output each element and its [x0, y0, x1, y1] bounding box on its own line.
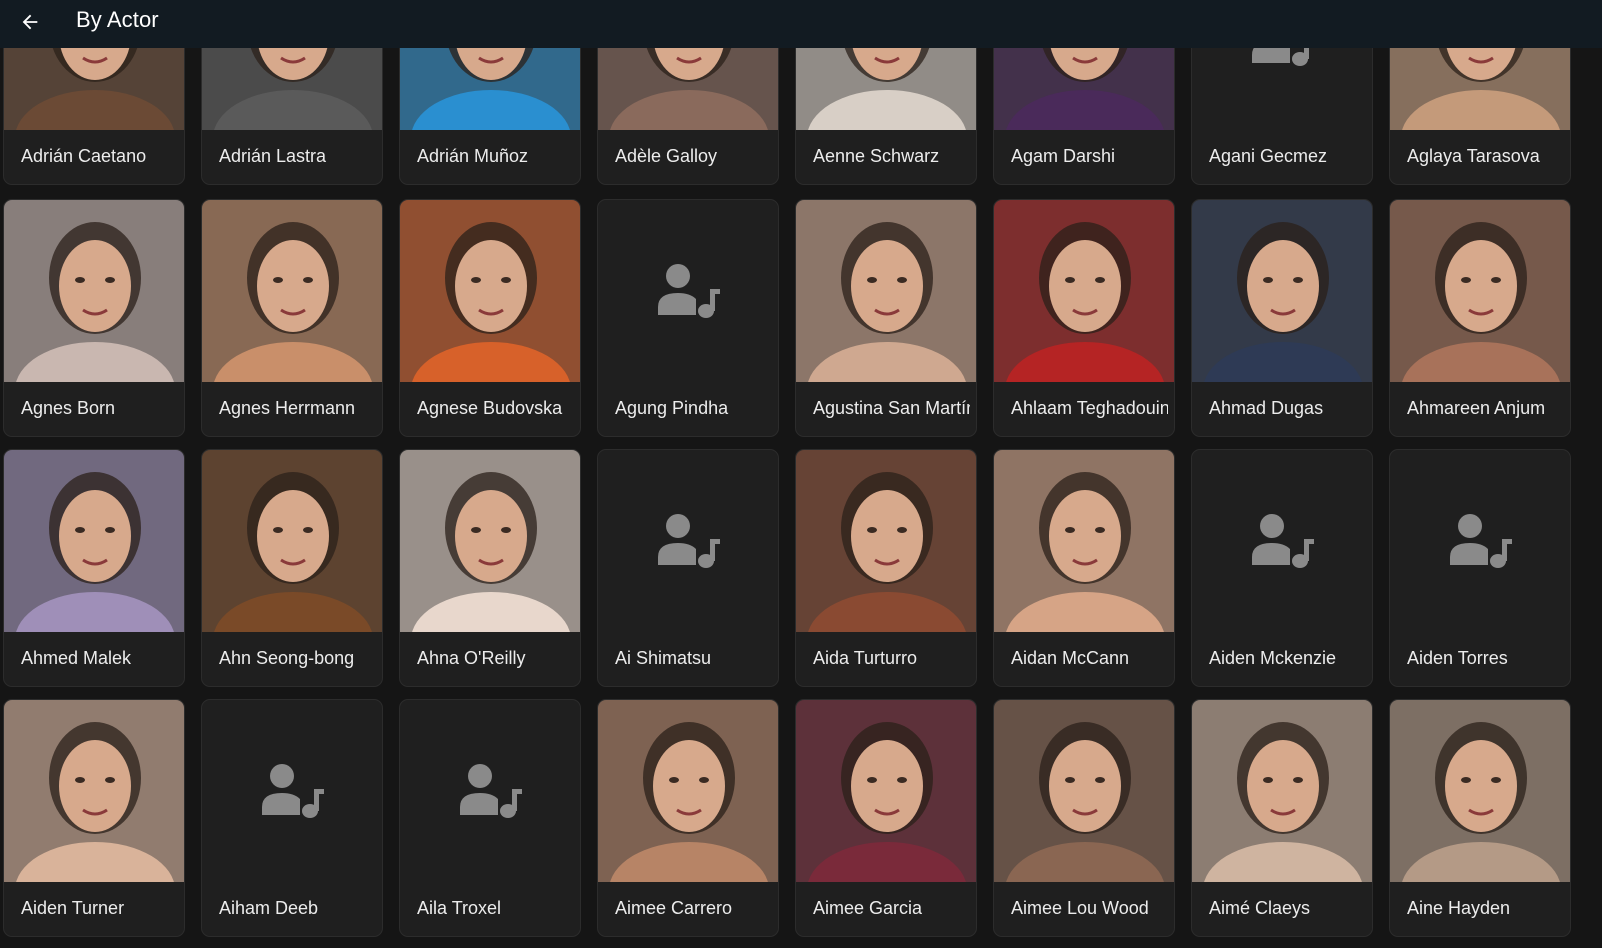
actor-photo: [4, 200, 184, 382]
person-music-icon: [1390, 450, 1570, 632]
actor-card[interactable]: Aida Turturro: [795, 449, 977, 687]
actor-card[interactable]: Aimee Lou Wood: [993, 699, 1175, 937]
actor-name: Ahlaam Teghadouini: [1011, 398, 1168, 418]
actor-photo: [202, 450, 382, 632]
actor-name: Aimé Claeys: [1209, 898, 1311, 918]
actor-name: Aiden Turner: [21, 898, 125, 918]
actor-photo: [796, 450, 976, 632]
actor-name: Adèle Galloy: [615, 146, 718, 166]
actor-name: Adrián Caetano: [21, 146, 147, 166]
top-app-bar: By Actor: [0, 0, 1602, 48]
actor-card[interactable]: Aimee Carrero: [597, 699, 779, 937]
actor-photo: [796, 700, 976, 882]
actor-photo: [1390, 700, 1570, 882]
actor-name: Ahmareen Anjum: [1407, 398, 1546, 418]
actor-photo: [1390, 200, 1570, 382]
actor-photo: [796, 200, 976, 382]
photo-placeholder: [598, 450, 778, 632]
actor-name: Agustina San Martín: [813, 398, 970, 418]
actor-card[interactable]: Aine Hayden: [1389, 699, 1571, 937]
actor-name: Ahmed Malek: [21, 648, 132, 668]
actor-name: Aimee Carrero: [615, 898, 733, 918]
actor-card[interactable]: Aimé Claeys: [1191, 699, 1373, 937]
actor-name: Aila Troxel: [417, 898, 502, 918]
actor-card[interactable]: Agung Pindha: [597, 199, 779, 437]
actor-name: Agani Gecmez: [1209, 146, 1328, 166]
actor-name: Ahna O'Reilly: [417, 648, 526, 668]
actor-photo: [400, 450, 580, 632]
actor-name: Aine Hayden: [1407, 898, 1511, 918]
photo-placeholder: [202, 700, 382, 882]
actor-card[interactable]: Agustina San Martín: [795, 199, 977, 437]
actor-photo: [598, 700, 778, 882]
person-music-icon: [400, 700, 580, 882]
actor-name: Agam Darshi: [1011, 146, 1116, 166]
photo-placeholder: [400, 700, 580, 882]
actor-name: Ahn Seong-bong: [219, 648, 355, 668]
actor-photo: [4, 450, 184, 632]
actor-photo: [4, 700, 184, 882]
person-music-icon: [598, 200, 778, 382]
actor-card[interactable]: Aiden Torres: [1389, 449, 1571, 687]
actor-photo: [400, 200, 580, 382]
actor-card[interactable]: Aila Troxel: [399, 699, 581, 937]
actor-photo: [994, 200, 1174, 382]
actor-photo: [1192, 200, 1372, 382]
photo-placeholder: [1390, 450, 1570, 632]
photo-placeholder: [1192, 450, 1372, 632]
actor-card[interactable]: Agnes Born: [3, 199, 185, 437]
actor-card[interactable]: Agnese Budovska: [399, 199, 581, 437]
actor-name: Adrián Lastra: [219, 146, 327, 166]
actor-card[interactable]: Ahmareen Anjum: [1389, 199, 1571, 437]
actor-name: Aglaya Tarasova: [1407, 146, 1540, 166]
actor-name: Aidan McCann: [1011, 648, 1130, 668]
actor-name: Aida Turturro: [813, 648, 918, 668]
actor-photo: [994, 450, 1174, 632]
actor-name: Agung Pindha: [615, 398, 729, 418]
actor-card[interactable]: Ahna O'Reilly: [399, 449, 581, 687]
actor-name: Aenne Schwarz: [813, 146, 940, 166]
actor-card[interactable]: Ahmad Dugas: [1191, 199, 1373, 437]
actor-name: Agnes Herrmann: [219, 398, 356, 418]
actor-photo: [1192, 700, 1372, 882]
actor-photo: [202, 200, 382, 382]
actor-name: Agnese Budovska: [417, 398, 563, 418]
arrow-left-icon: [22, 14, 38, 30]
actor-photo: [994, 700, 1174, 882]
actor-grid: Adrián Caetano Adrián Lastra Adrián Muñoz A…: [0, 0, 1602, 948]
actor-card[interactable]: Ahmed Malek: [3, 449, 185, 687]
actor-card[interactable]: Aidan McCann: [993, 449, 1175, 687]
actor-card[interactable]: Agnes Herrmann: [201, 199, 383, 437]
person-music-icon: [598, 450, 778, 632]
actor-card[interactable]: Aiden Mckenzie: [1191, 449, 1373, 687]
actor-name: Aiham Deeb: [219, 898, 319, 918]
person-music-icon: [202, 700, 382, 882]
actor-name: Ahmad Dugas: [1209, 398, 1324, 418]
actor-card[interactable]: Aiden Turner: [3, 699, 185, 937]
actor-name: Aiden Mckenzie: [1209, 648, 1337, 668]
person-music-icon: [1192, 450, 1372, 632]
actor-card[interactable]: Aimee Garcia: [795, 699, 977, 937]
actor-name: Aiden Torres: [1407, 648, 1508, 668]
actor-name: Aimee Lou Wood: [1011, 898, 1149, 918]
actor-card[interactable]: Ahn Seong-bong: [201, 449, 383, 687]
page-title: By Actor: [76, 7, 159, 32]
photo-placeholder: [598, 200, 778, 382]
actor-card[interactable]: Ai Shimatsu: [597, 449, 779, 687]
back-button[interactable]: [14, 6, 46, 38]
actor-name: Agnes Born: [21, 398, 116, 418]
actor-name: Ai Shimatsu: [615, 648, 712, 668]
actor-card[interactable]: Aiham Deeb: [201, 699, 383, 937]
actor-name: Aimee Garcia: [813, 898, 923, 918]
actor-card[interactable]: Ahlaam Teghadouini: [993, 199, 1175, 437]
actor-name: Adrián Muñoz: [417, 146, 529, 166]
